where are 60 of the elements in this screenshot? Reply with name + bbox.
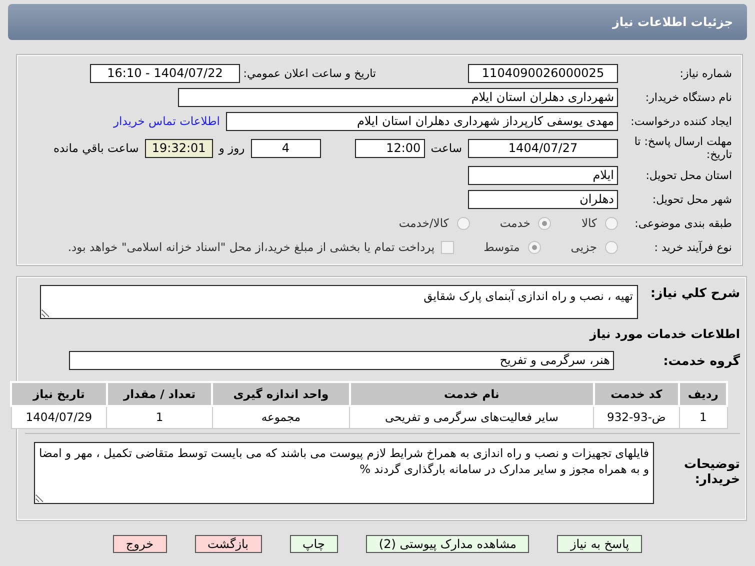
field-label: طبقه بندی موضوعی: [634, 216, 732, 230]
field-label: استان محل تحویل: [644, 168, 732, 182]
field-label: شماره نیاز: [678, 66, 732, 80]
field-label: روز و [218, 141, 245, 155]
option-label: کالا/خدمت [398, 216, 449, 230]
deadline-time-field: 12:00 [354, 138, 425, 158]
days-field: 4 [250, 138, 321, 158]
notes-field[interactable]: فایلهای تجهیزات و نصب و راه اندازی به همراخ شرایط لازم پیوست می باشند که می بایست توسط متقاضی تکمیل ، مهر و امضا و به همراه مجوز و سایر مدارک در سامانه بارگذاری گردند % [34, 442, 654, 504]
table-cell: 1 [106, 406, 212, 428]
option-label: جزیی [570, 240, 597, 254]
field-label: مهلت ارسال پاسخ: تا تاریخ: [633, 135, 732, 161]
creator-field: مهدی یوسفی کارپرداز شهرداری دهلران استان ایلام [226, 112, 618, 130]
column-header: ردیف [679, 382, 727, 406]
field-label: ساعت [430, 141, 462, 155]
buyer-field: شهرداری دهلران استان ایلام [178, 88, 618, 106]
option-label: خدمت [500, 216, 530, 230]
radio-button[interactable] [538, 216, 552, 230]
field-label: ایجاد کننده درخواست: [630, 114, 732, 128]
contact-link[interactable]: اطلاعات تماس خریدار [113, 114, 220, 128]
column-header: تعداد / مقدار [106, 382, 212, 406]
field-label: نام دستگاه خریدار: [644, 90, 732, 104]
table-cell: 1 [679, 406, 727, 428]
action-button[interactable]: پاسخ به نیاز [557, 534, 642, 552]
checkbox[interactable] [440, 240, 454, 254]
action-button[interactable]: خروج [112, 534, 166, 552]
remaining-time-field: 19:32:01 [144, 138, 213, 158]
page-title: جزئیات اطلاعات نیاز [612, 15, 733, 29]
action-button[interactable]: بازگشت [194, 534, 262, 552]
field-label: تاریخ و ساعت اعلان عمومي: [246, 66, 376, 80]
radio-button[interactable] [605, 240, 618, 254]
field-label: شرح كلي نياز: [650, 285, 740, 300]
table-cell: ض-93-932 [594, 406, 680, 428]
column-header: کد خدمت [594, 382, 680, 406]
province-field: ایلام [468, 166, 618, 184]
option-label: کالا [581, 216, 597, 230]
field-label: شهر محل تحویل: [651, 192, 732, 206]
table-cell: 1404/07/29 [11, 406, 107, 428]
action-button[interactable]: چاپ [290, 534, 338, 552]
column-header: تاریخ نیاز [11, 382, 107, 406]
field-label: نوع فرآیند خرید : [653, 240, 732, 254]
column-header: واحد اندازه گیری [212, 382, 350, 406]
field-label: ساعت باقي مانده [54, 141, 139, 155]
section-heading: اطلاعات خدمات مورد نياز [590, 327, 740, 341]
service-group-field: هنر، سرگرمی و تفریح [69, 350, 614, 370]
column-header: نام خدمت [350, 382, 594, 406]
announce-date-field: 1404/07/22 - 16:10 [90, 64, 240, 82]
radio-button[interactable] [456, 216, 470, 230]
radio-button[interactable] [528, 240, 541, 254]
action-button[interactable]: مشاهده مدارک پیوستی (2) [366, 534, 530, 552]
checkbox-label: پرداخت تمام یا بخشی از مبلغ خرید،از محل "اسناد خزانه اسلامی" خواهد بود. [68, 240, 435, 254]
field-label: گروه خدمت: [662, 352, 740, 368]
table-cell: سایر فعالیت‌های سرگرمی و تفریحی [350, 406, 594, 428]
radio-button[interactable] [605, 216, 618, 230]
option-label: متوسط [484, 240, 520, 254]
summary-field[interactable]: تهیه ، نصب و راه اندازی آبنمای پارک شقایق [40, 285, 638, 319]
deadline-date-field: 1404/07/27 [468, 138, 618, 158]
table-cell: مجموعه [212, 406, 350, 428]
need-number-field: 1104090026000025 [468, 64, 618, 82]
field-label: توضیحات خریدار: [683, 454, 740, 486]
city-field: دهلران [468, 190, 618, 208]
